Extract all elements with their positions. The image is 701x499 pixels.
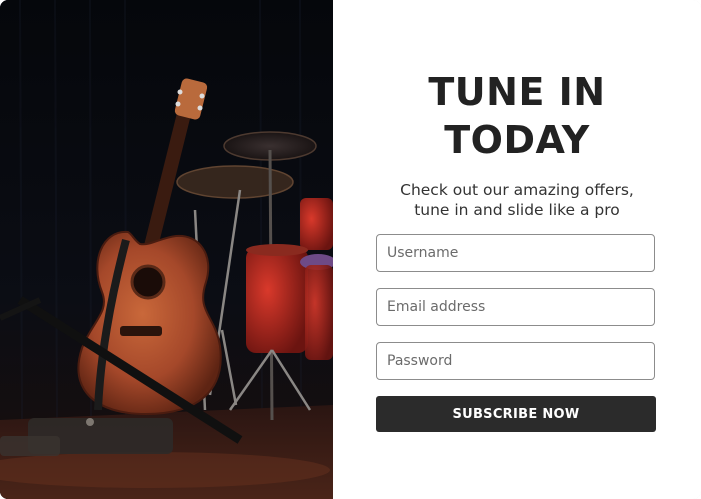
email-input[interactable] — [376, 288, 655, 326]
signup-form-panel: TUNE IN TODAY Check out our amazing offe… — [333, 0, 701, 499]
signup-card: TUNE IN TODAY Check out our amazing offe… — [0, 0, 701, 499]
hero-image — [0, 0, 333, 499]
title-line-1: TUNE IN — [428, 70, 606, 114]
subtitle-line-1: Check out our amazing offers, — [400, 181, 634, 199]
subtitle-line-2: tune in and slide like a pro — [414, 201, 620, 219]
guitar-stage-photo — [0, 0, 333, 499]
subscribe-now-button[interactable]: SUBSCRIBE NOW — [376, 396, 656, 432]
password-input[interactable] — [376, 342, 655, 380]
username-input[interactable] — [376, 234, 655, 272]
title-line-2: TODAY — [444, 118, 590, 162]
